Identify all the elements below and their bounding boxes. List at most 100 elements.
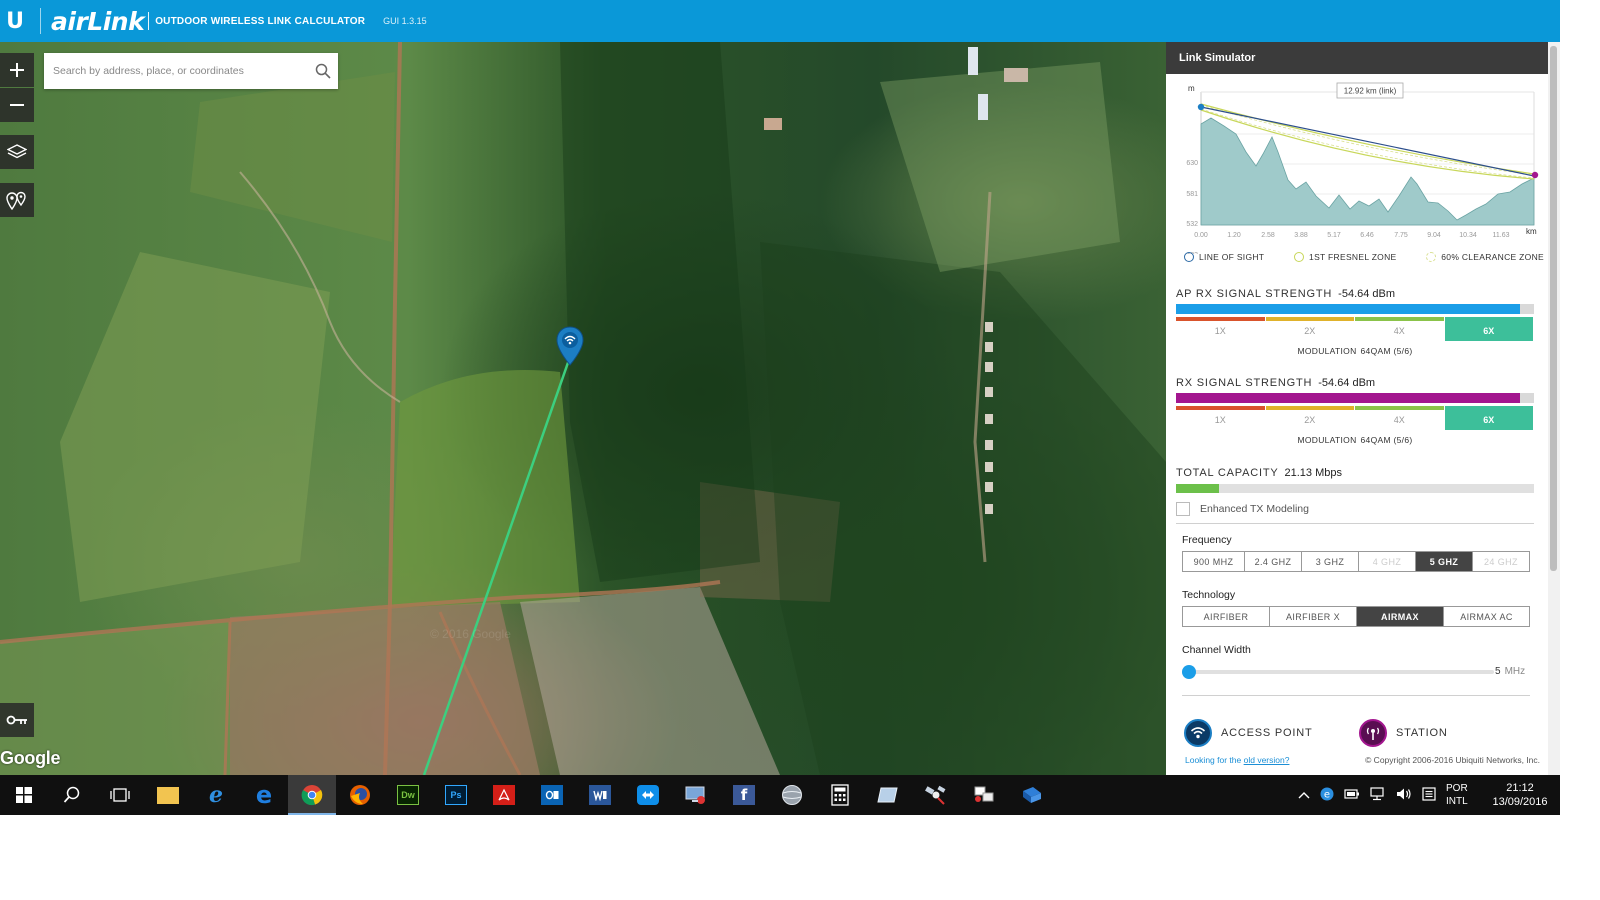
tech-airmax-ac-button[interactable]: AIRMAX AC [1444, 607, 1529, 626]
facebook-app[interactable]: f [720, 775, 768, 815]
ap-rx-signal-title: AP RX SIGNAL STRENGTH -54.64 dBm [1176, 288, 1534, 300]
map-building [985, 362, 993, 372]
layers-button[interactable] [0, 135, 34, 169]
zoom-in-button[interactable] [0, 53, 34, 87]
channel-width-slider[interactable] [1182, 664, 1494, 679]
station-label: STATION [1396, 727, 1448, 739]
chrome-app[interactable] [288, 775, 336, 815]
map-building [978, 94, 988, 120]
satellite-icon [925, 785, 946, 805]
rx-signal-bar [1176, 393, 1534, 403]
ap-mod-2x: 2X [1265, 317, 1354, 341]
section-divider [1182, 695, 1530, 696]
modulation-label: MODULATION [1297, 346, 1357, 356]
chevron-up-icon[interactable] [1298, 788, 1310, 802]
minus-icon [10, 104, 24, 106]
notifications-icon[interactable] [1422, 786, 1436, 804]
tech-airfiber-x-button[interactable]: AIRFIBER X [1270, 607, 1357, 626]
rx-mod-6x: 6X [1444, 406, 1533, 430]
svg-text:e: e [1324, 789, 1330, 800]
internet-explorer-app[interactable]: e [192, 775, 240, 815]
freq-5ghz-button[interactable]: 5 GHZ [1416, 552, 1473, 571]
outlook-icon [541, 785, 563, 805]
file-explorer-app[interactable] [144, 775, 192, 815]
globe-app[interactable] [768, 775, 816, 815]
clock-date: 13/09/2016 [1492, 796, 1548, 808]
slider-track[interactable] [1182, 670, 1494, 674]
input-language[interactable]: POR INTL [1446, 782, 1478, 808]
system-clock[interactable]: 21:12 13/09/2016 [1488, 781, 1552, 809]
legend-line-of-sight[interactable]: LINE OF SIGHT [1184, 252, 1264, 262]
calculator-app[interactable] [816, 775, 864, 815]
map-building [1004, 68, 1028, 82]
language-code: POR [1446, 783, 1468, 794]
legend-label: LINE OF SIGHT [1199, 252, 1265, 262]
station-tab[interactable]: STATION [1359, 719, 1448, 747]
outlook-app[interactable] [528, 775, 576, 815]
tech-airfiber-button[interactable]: AIRFIBER [1183, 607, 1270, 626]
ftp-app[interactable] [1008, 775, 1056, 815]
enhanced-tx-row[interactable]: Enhanced TX Modeling [1176, 502, 1534, 516]
edge-icon: e [255, 781, 273, 809]
profile-x-tick: 7.75 [1394, 232, 1408, 239]
ubiquiti-logo[interactable]: U [0, 0, 30, 42]
rx-modulation-text: MODULATION 64QAM (5/6) [1176, 435, 1534, 445]
network-icon[interactable] [1370, 786, 1386, 804]
access-point-tab[interactable]: ACCESS POINT [1184, 719, 1359, 747]
freq-3ghz-button[interactable]: 3 GHZ [1302, 552, 1359, 571]
teamviewer-app[interactable] [624, 775, 672, 815]
map-building [764, 118, 782, 130]
volume-icon[interactable] [1396, 787, 1412, 804]
profile-y-unit: m [1188, 84, 1195, 93]
firefox-app[interactable] [336, 775, 384, 815]
station-endpoint[interactable] [1531, 171, 1539, 179]
profile-y-tick: 581 [1186, 191, 1198, 198]
freq-900mhz-button[interactable]: 900 MHZ [1183, 552, 1245, 571]
file-explorer-icon [157, 786, 179, 804]
map-building [985, 342, 993, 352]
photoshop-app[interactable]: Ps [432, 775, 480, 815]
scrollbar-thumb[interactable] [1550, 46, 1557, 571]
map-search-input[interactable] [44, 53, 308, 89]
google-attribution: Google [0, 748, 61, 768]
acrobat-app[interactable] [480, 775, 528, 815]
panel-scrollbar[interactable] [1548, 42, 1560, 775]
legend-fresnel-zone[interactable]: 1ST FRESNEL ZONE [1294, 252, 1396, 262]
tech-airmax-button[interactable]: AIRMAX [1357, 607, 1444, 626]
dreamweaver-app[interactable]: Dw [384, 775, 432, 815]
remote-desktop-app[interactable] [672, 775, 720, 815]
ie-icon: e [209, 782, 223, 808]
old-version-link[interactable]: old version? [1244, 755, 1290, 765]
freq-2-4ghz-button[interactable]: 2.4 GHZ [1245, 552, 1302, 571]
legend-clearance-zone[interactable]: 60% CLEARANCE ZONE [1426, 252, 1544, 262]
search-icon[interactable] [308, 63, 338, 79]
profile-x-tick: 0.00 [1194, 232, 1208, 239]
edge-tray-icon[interactable]: e [1320, 787, 1334, 804]
api-key-button[interactable] [0, 703, 34, 737]
network-tool-app[interactable] [960, 775, 1008, 815]
map-terrain [0, 42, 1166, 775]
satellite-app[interactable] [912, 775, 960, 815]
start-button[interactable] [0, 775, 48, 815]
word-app[interactable] [576, 775, 624, 815]
battery-icon[interactable] [1344, 788, 1360, 803]
markers-button[interactable] [0, 183, 34, 217]
globe-icon [782, 785, 802, 805]
edge-app[interactable]: e [240, 775, 288, 815]
search-button[interactable] [48, 775, 96, 815]
notes-app[interactable] [864, 775, 912, 815]
elevation-profile-chart: m km 630 581 532 483 [1186, 82, 1539, 254]
rx-signal-label: RX SIGNAL STRENGTH [1176, 377, 1313, 389]
ap-endpoint[interactable] [1197, 103, 1205, 111]
slider-handle[interactable] [1182, 665, 1196, 679]
dreamweaver-icon: Dw [397, 785, 419, 805]
freq-24ghz-button: 24 GHZ [1473, 552, 1529, 571]
map-forest [560, 42, 760, 582]
zoom-out-button[interactable] [0, 88, 34, 122]
access-point-marker[interactable] [556, 326, 584, 366]
satellite-map[interactable]: © 2016 Google Search by address, place, … [0, 42, 1166, 775]
enhanced-tx-checkbox[interactable] [1176, 502, 1190, 516]
map-field [190, 72, 395, 242]
access-point-label: ACCESS POINT [1221, 727, 1313, 739]
task-view-button[interactable] [96, 775, 144, 815]
